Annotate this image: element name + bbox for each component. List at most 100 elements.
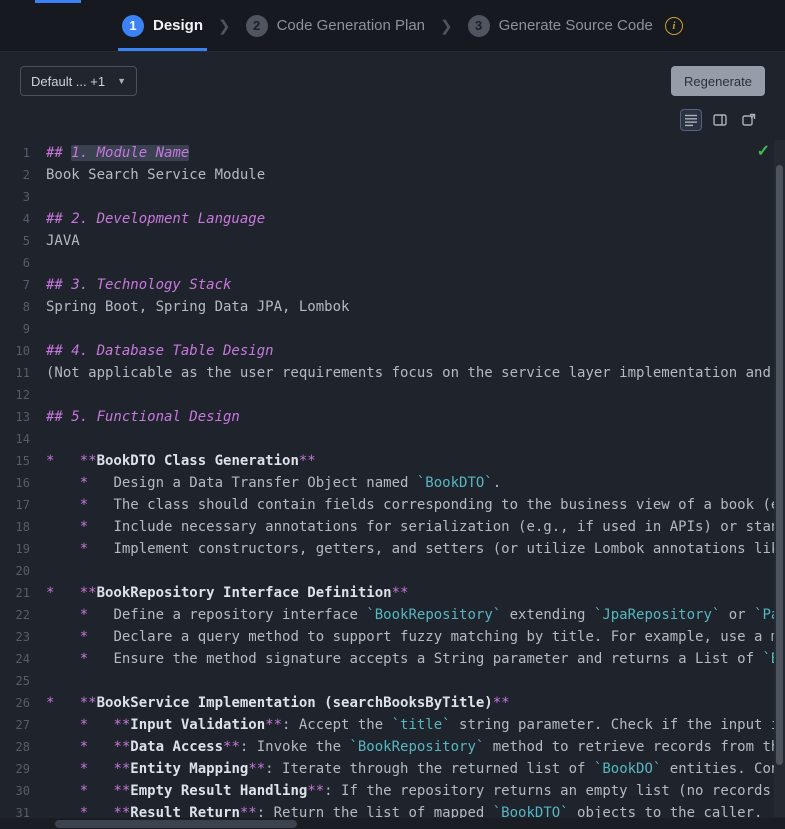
expand-view-icon[interactable] (738, 109, 760, 131)
code-line-text: * **Data Access**: Invoke the `BookRepos… (46, 736, 785, 758)
code-line[interactable]: 27 * **Input Validation**: Accept the `t… (0, 714, 785, 736)
code-line[interactable]: 18 * Include necessary annotations for s… (0, 516, 785, 538)
line-number: 17 (0, 494, 46, 516)
code-line-text: * The class should contain fields corres… (46, 494, 785, 516)
code-line[interactable]: 26* **BookService Implementation (search… (0, 692, 785, 714)
code-line[interactable]: 16 * Design a Data Transfer Object named… (0, 472, 785, 494)
line-number: 27 (0, 714, 46, 736)
list-view-icon[interactable] (680, 109, 702, 131)
step-1-number: 1 (122, 15, 144, 37)
code-line[interactable]: 1## 1. Module Name (0, 142, 785, 164)
code-line-text: * **BookDTO Class Generation** (46, 450, 316, 472)
stepper-header: 1 Design ❯ 2 Code Generation Plan ❯ 3 Ge… (0, 0, 785, 52)
line-number: 21 (0, 582, 46, 604)
code-line[interactable]: 24 * Ensure the method signature accepts… (0, 648, 785, 670)
model-dropdown-label: Default ... +1 (31, 74, 105, 89)
step-generate-source-code[interactable]: 3 Generate Source Code (464, 0, 657, 51)
code-line[interactable]: 12 (0, 384, 785, 406)
code-line[interactable]: 28 * **Data Access**: Invoke the `BookRe… (0, 736, 785, 758)
line-number: 16 (0, 472, 46, 494)
code-line-text: Book Search Service Module (46, 164, 265, 186)
code-line[interactable]: 30 * **Empty Result Handling**: If the r… (0, 780, 785, 802)
code-line[interactable]: 9 (0, 318, 785, 340)
line-number: 6 (0, 252, 46, 274)
step-3-number: 3 (468, 15, 490, 37)
code-line[interactable]: 14 (0, 428, 785, 450)
code-line-text: * Include necessary annotations for seri… (46, 516, 785, 538)
step-code-generation-plan[interactable]: 2 Code Generation Plan (242, 0, 429, 51)
vertical-scrollbar-track[interactable] (774, 140, 785, 817)
accept-check-icon[interactable]: ✓ (757, 144, 770, 160)
line-number: 12 (0, 384, 46, 406)
chevron-down-icon: ▼ (117, 76, 126, 86)
top-accent-bar (35, 0, 81, 3)
code-line[interactable]: 29 * **Entity Mapping**: Iterate through… (0, 758, 785, 780)
code-line-text: (Not applicable as the user requirements… (46, 362, 785, 384)
code-line-text: ## 3. Technology Stack (46, 274, 231, 296)
app-window: 1 Design ❯ 2 Code Generation Plan ❯ 3 Ge… (0, 0, 785, 829)
line-number: 8 (0, 296, 46, 318)
line-number: 15 (0, 450, 46, 472)
code-line-text: * Declare a query method to support fuzz… (46, 626, 785, 648)
step-2-number: 2 (246, 15, 268, 37)
code-line-text: JAVA (46, 230, 80, 252)
line-number: 9 (0, 318, 46, 340)
line-number: 25 (0, 670, 46, 692)
code-line[interactable]: 11(Not applicable as the user requiremen… (0, 362, 785, 384)
code-line-text: * Implement constructors, getters, and s… (46, 538, 785, 560)
code-line[interactable]: 17 * The class should contain fields cor… (0, 494, 785, 516)
step-design[interactable]: 1 Design (118, 0, 207, 51)
code-line-text: ## 1. Module Name (46, 142, 189, 164)
line-number: 10 (0, 340, 46, 362)
code-line[interactable]: 4## 2. Development Language (0, 208, 785, 230)
code-line[interactable]: 10## 4. Database Table Design (0, 340, 785, 362)
code-line-text: * **Empty Result Handling**: If the repo… (46, 780, 785, 802)
line-number: 19 (0, 538, 46, 560)
code-line[interactable]: 8Spring Boot, Spring Data JPA, Lombok (0, 296, 785, 318)
line-number: 11 (0, 362, 46, 384)
code-line[interactable]: 15* **BookDTO Class Generation** (0, 450, 785, 472)
line-number: 4 (0, 208, 46, 230)
code-line[interactable]: 22 * Define a repository interface `Book… (0, 604, 785, 626)
vertical-scrollbar-thumb[interactable] (776, 165, 783, 765)
step-3-label: Generate Source Code (499, 17, 653, 34)
code-line[interactable]: 19 * Implement constructors, getters, an… (0, 538, 785, 560)
code-line-text: ## 2. Development Language (46, 208, 265, 230)
code-line[interactable]: 5JAVA (0, 230, 785, 252)
line-number: 5 (0, 230, 46, 252)
code-line-text: ## 4. Database Table Design (46, 340, 274, 362)
code-line-text: * Design a Data Transfer Object named `B… (46, 472, 501, 494)
markdown-editor[interactable]: 1## 1. Module Name2Book Search Service M… (0, 140, 785, 829)
line-number: 7 (0, 274, 46, 296)
view-toolbar (0, 96, 785, 137)
model-dropdown[interactable]: Default ... +1 ▼ (20, 66, 137, 96)
line-number: 13 (0, 406, 46, 428)
code-line[interactable]: 21* **BookRepository Interface Definitio… (0, 582, 785, 604)
code-line[interactable]: 23 * Declare a query method to support f… (0, 626, 785, 648)
code-line[interactable]: 13## 5. Functional Design (0, 406, 785, 428)
horizontal-scrollbar-thumb[interactable] (55, 820, 297, 828)
line-number: 22 (0, 604, 46, 626)
code-line[interactable]: 7## 3. Technology Stack (0, 274, 785, 296)
code-line-text: * Ensure the method signature accepts a … (46, 648, 785, 670)
line-number: 28 (0, 736, 46, 758)
line-number: 26 (0, 692, 46, 714)
controls-row: Default ... +1 ▼ Regenerate (0, 52, 785, 96)
code-line[interactable]: 3 (0, 186, 785, 208)
horizontal-scrollbar-track[interactable] (0, 818, 785, 829)
line-number: 23 (0, 626, 46, 648)
code-line[interactable]: 6 (0, 252, 785, 274)
code-line[interactable]: 20 (0, 560, 785, 582)
regenerate-button[interactable]: Regenerate (671, 66, 765, 96)
code-line-text: * **Entity Mapping**: Iterate through th… (46, 758, 785, 780)
line-number: 3 (0, 186, 46, 208)
code-line-text: * **BookRepository Interface Definition*… (46, 582, 408, 604)
line-number: 18 (0, 516, 46, 538)
split-view-icon[interactable] (709, 109, 731, 131)
code-line[interactable]: 2Book Search Service Module (0, 164, 785, 186)
chevron-right-icon: ❯ (218, 17, 231, 35)
code-line-text: Spring Boot, Spring Data JPA, Lombok (46, 296, 349, 318)
code-line[interactable]: 25 (0, 670, 785, 692)
info-icon[interactable]: i (665, 17, 683, 35)
code-lines: 1## 1. Module Name2Book Search Service M… (0, 140, 785, 824)
